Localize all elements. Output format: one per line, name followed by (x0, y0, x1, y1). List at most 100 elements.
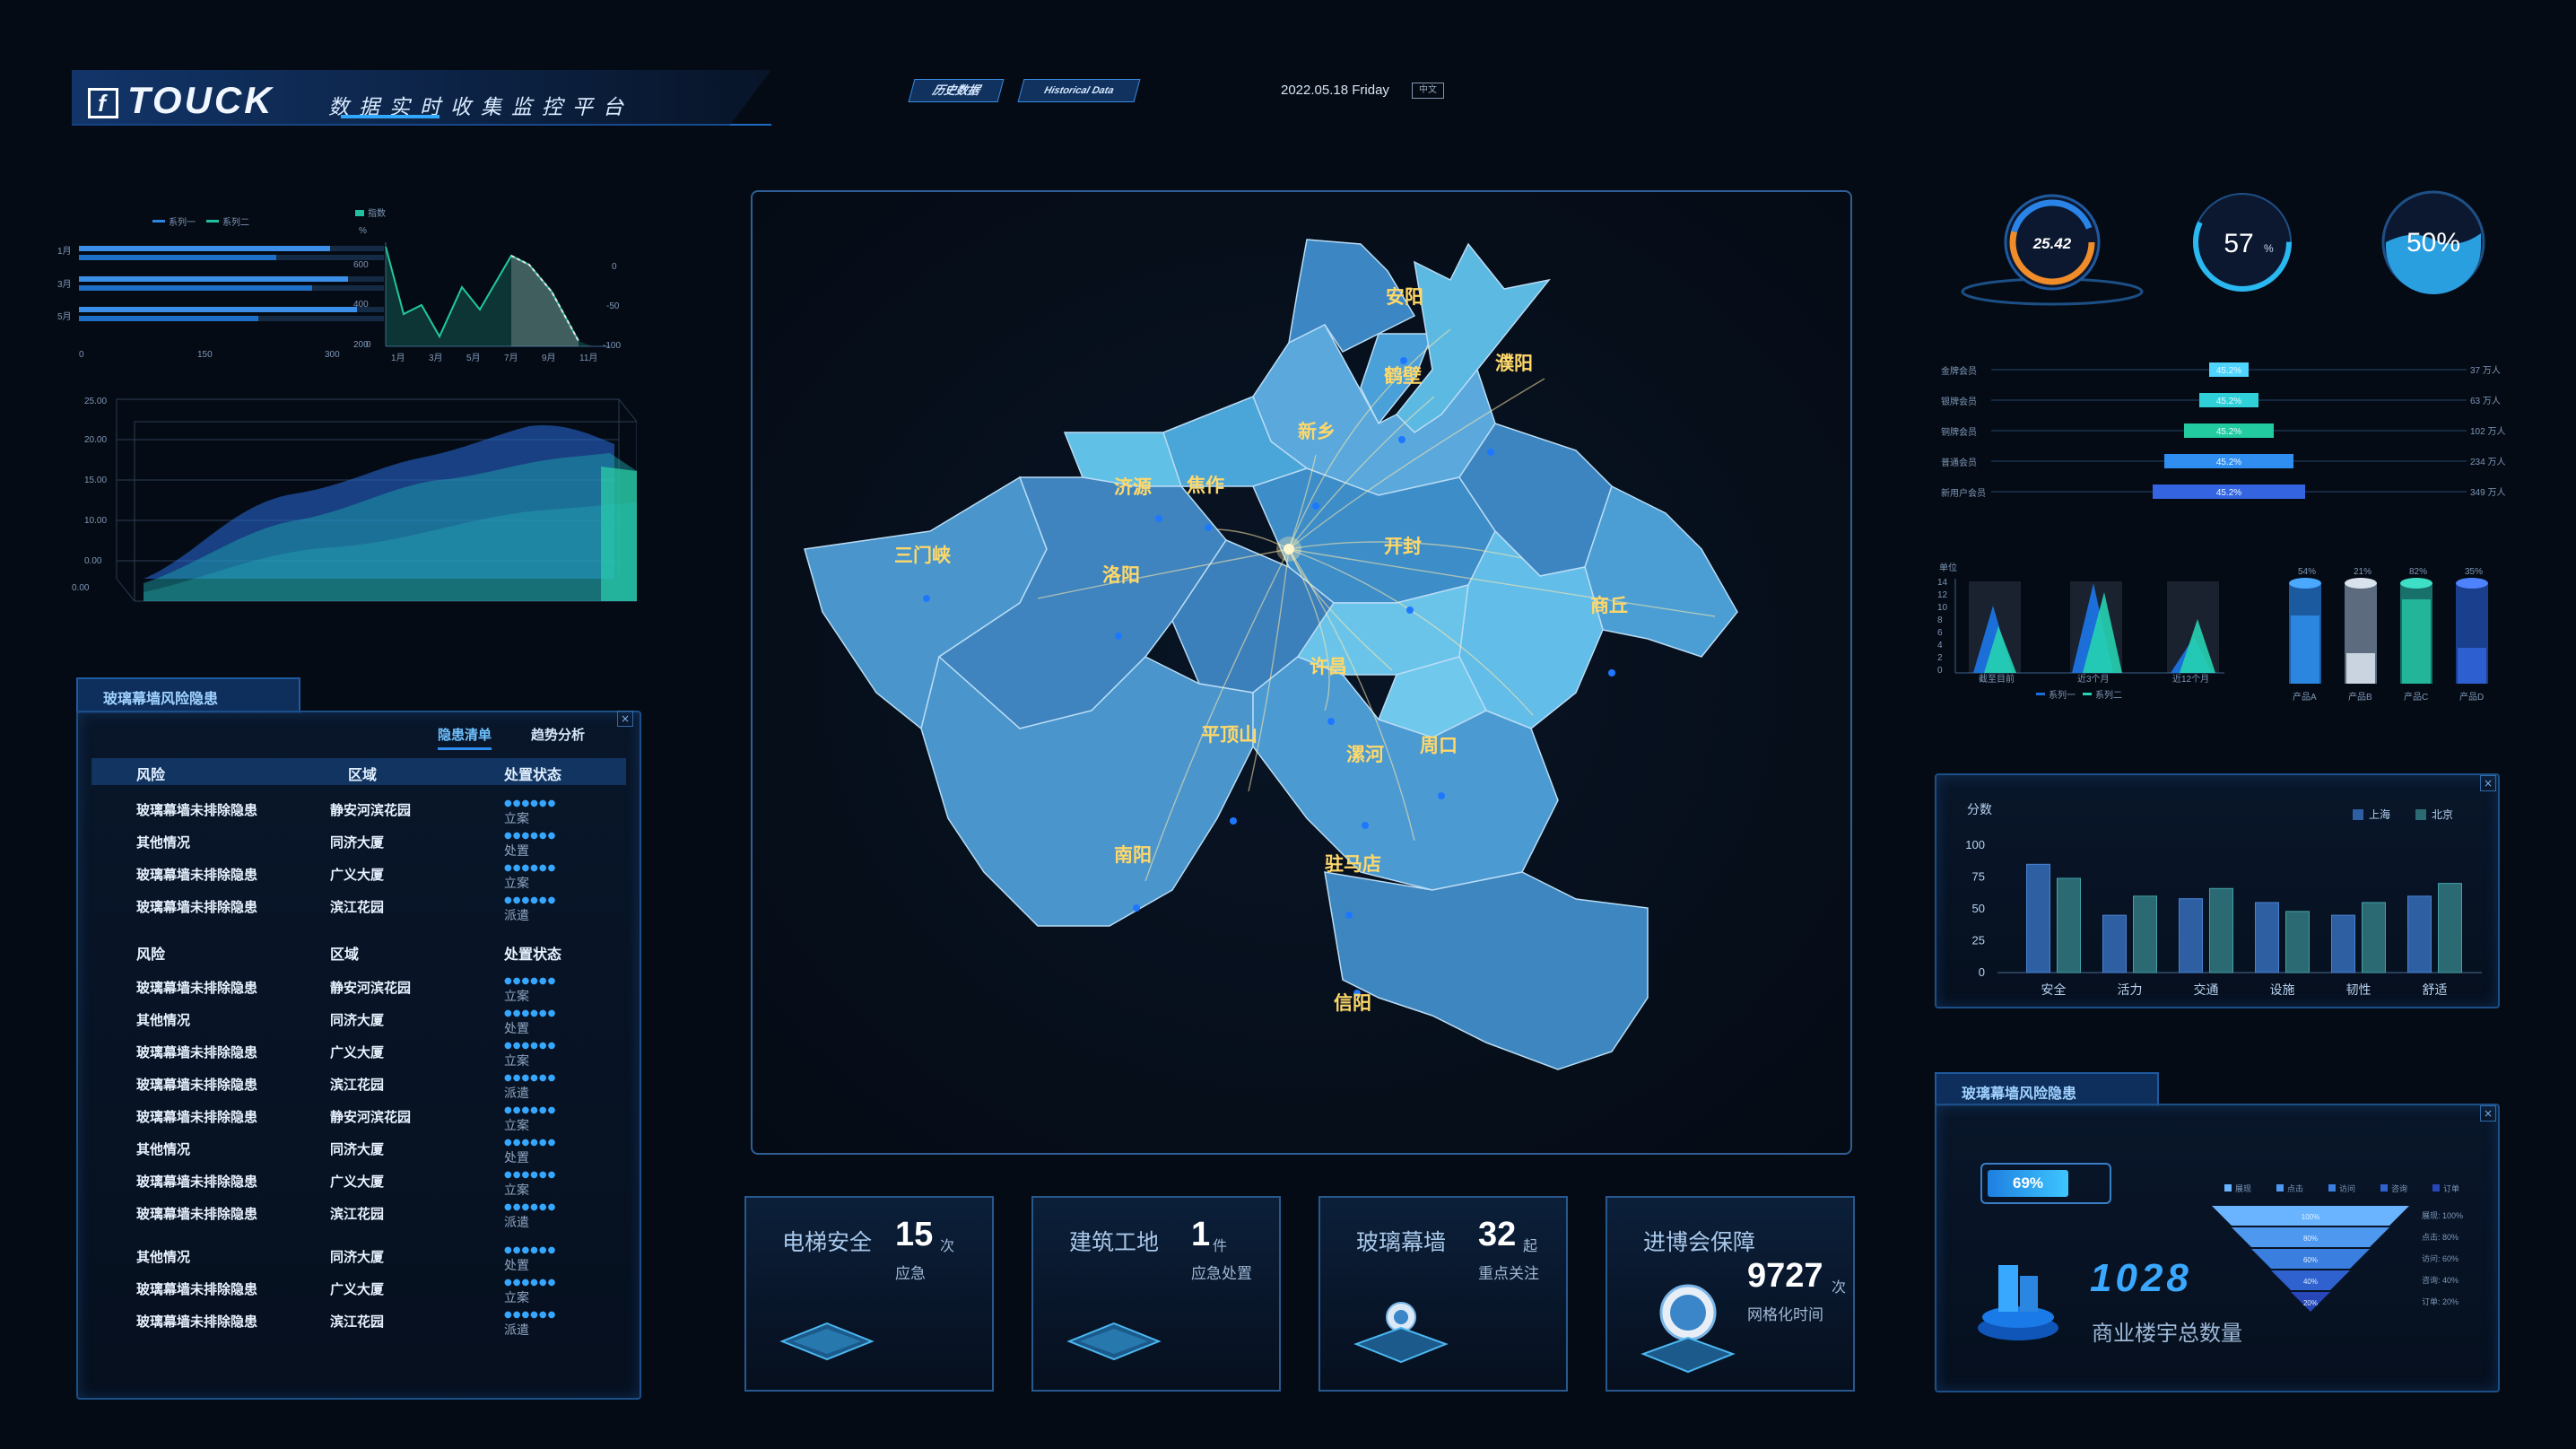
y-tick-right: -50 (606, 301, 620, 311)
funnel-legend-item: 点击 (2287, 1183, 2303, 1193)
table-row[interactable]: 玻璃幕墙未排除隐患 广义大厦 ●●●●●● 立案 (59, 1278, 561, 1306)
y-tick: 20.00 (84, 435, 107, 445)
status-dots: ●●●●●● (504, 799, 557, 808)
region-shangqiu[interactable] (1584, 484, 1738, 658)
funnel-legend-item: 咨询 (2391, 1183, 2407, 1193)
city-label: 济源 (1114, 476, 1152, 498)
bar-shanghai[interactable] (2179, 898, 2203, 973)
status-dots: ●●●●●● (504, 895, 557, 905)
bar-beijing[interactable] (2362, 902, 2386, 973)
table-row[interactable]: 其他情况 同济大厦 ●●●●●● 处置 (59, 1245, 561, 1274)
y-tick: 400 (353, 300, 369, 310)
table-row[interactable]: 玻璃幕墙未排除隐患 静安河滨花园 ●●●●●● 立案 (59, 799, 561, 827)
stat-card-glass-wall[interactable]: 玻璃幕墙 32 起 重点关注 (1318, 1196, 1568, 1392)
bar-beijing[interactable] (2133, 895, 2157, 973)
risk-cell: 玻璃幕墙未排除隐患 (136, 1110, 258, 1125)
risk-panel-tab[interactable]: 玻璃幕墙风险隐患 (76, 677, 300, 713)
funnel-layers: 100% 80% 60% 40% 20% (2212, 1206, 2409, 1312)
funnel-panel-tab[interactable]: 玻璃幕墙风险隐患 (1935, 1072, 2159, 1106)
table-row[interactable]: 玻璃幕墙未排除隐患 广义大厦 ●●●●●● 立案 (59, 1170, 561, 1199)
tab-history-cn[interactable]: 历史数据 (908, 79, 1005, 102)
legend-series2: 系列二 (2095, 689, 2122, 701)
y-tick: 2 (1937, 653, 1943, 663)
bar-shanghai[interactable] (2255, 902, 2279, 973)
area-cell: 同济大厦 (330, 1142, 385, 1157)
status-cell: 立案 (504, 876, 529, 890)
stat-card-expo[interactable]: 进博会保障 9727 次 网格化时间 (1606, 1196, 1855, 1392)
logo: f TOUCK (88, 79, 274, 122)
bar-beijing[interactable] (2438, 883, 2462, 973)
x-labels: 安全 活力 交通 设施 韧性 舒适 (2041, 982, 2448, 997)
stat-card-construction[interactable]: 建筑工地 1 件 应急处置 (1031, 1196, 1281, 1392)
table-row[interactable]: 其他情况 同济大厦 ●●●●●● 处置 (59, 1008, 561, 1037)
x-label: 舒适 (2423, 982, 2448, 997)
y-tick: 12 (1937, 590, 1948, 600)
percent-value: 69% (1988, 1170, 2068, 1197)
table-row[interactable]: 其他情况 同济大厦 ●●●●●● 处置 (59, 1138, 561, 1166)
risk-cell: 玻璃幕墙未排除隐患 (136, 1045, 258, 1061)
line-area-shadow (511, 256, 579, 346)
row-label: 3月 (57, 279, 72, 290)
bar-marks (2026, 863, 2462, 973)
tab-history-en[interactable]: Historical Data (1017, 79, 1141, 102)
member-label: 普通会员 (1941, 457, 1977, 468)
y-tick: 14 (1937, 578, 1948, 588)
cylinder-value: 54% (2298, 567, 2316, 577)
risk-cell: 玻璃幕墙未排除隐患 (136, 803, 258, 818)
bar-shanghai[interactable] (2102, 914, 2127, 973)
table-row[interactable]: 玻璃幕墙未排除隐患 滨江花园 ●●●●●● 派遣 (59, 1073, 561, 1102)
legend-series2: 系列二 (222, 216, 249, 228)
status-cell: 立案 (504, 811, 529, 825)
map-regions (804, 239, 1738, 1070)
tab-hazard-list[interactable]: 隐患清单 (438, 725, 492, 750)
bar-shanghai[interactable] (2407, 895, 2432, 973)
table-row[interactable]: 玻璃幕墙未排除隐患 静安河滨花园 ●●●●●● 立案 (59, 976, 561, 1005)
risk-cell: 玻璃幕墙未排除隐患 (136, 1314, 258, 1330)
member-label: 金牌会员 (1941, 365, 1977, 377)
risk-cell: 玻璃幕墙未排除隐患 (136, 1078, 258, 1093)
bar-shanghai[interactable] (2331, 914, 2355, 973)
table-row[interactable]: 玻璃幕墙未排除隐患 滨江花园 ●●●●●● 派遣 (59, 1202, 561, 1231)
table-row[interactable]: 玻璃幕墙未排除隐患 广义大厦 ●●●●●● 立案 (59, 1041, 561, 1069)
city-label: 漯河 (1346, 745, 1384, 765)
status-dots: ●●●●●● (504, 1310, 557, 1320)
table-row[interactable]: 玻璃幕墙未排除隐患 静安河滨花园 ●●●●●● 立案 (59, 1105, 561, 1134)
area-cell: 滨江花园 (330, 900, 385, 915)
bar-beijing[interactable] (2209, 887, 2233, 973)
tab-trend-analysis[interactable]: 趋势分析 (531, 725, 585, 744)
platform-icon (1353, 1302, 1449, 1364)
header-area: 区域 (330, 947, 360, 963)
legend-beijing: 北京 (2432, 808, 2453, 821)
funnel-right-label: 点击: 80% (2422, 1232, 2459, 1242)
bar-beijing[interactable] (2285, 911, 2310, 973)
cylinders: 54% 21% 82% 35% 产品A 产品B 产品C 产品D (2289, 567, 2488, 703)
header-risk: 风险 (136, 768, 166, 783)
table-row[interactable]: 其他情况 同济大厦 ●●●●●● 处置 (59, 831, 561, 860)
member-label: 铜牌会员 (1941, 426, 1977, 438)
stat-value: 1 (1191, 1216, 1211, 1253)
bar-beijing[interactable] (2057, 877, 2081, 973)
area-cell: 广义大厦 (330, 868, 385, 883)
cylinder-name: 产品A (2293, 691, 2317, 703)
cylinder-value: 35% (2465, 567, 2483, 577)
x-label: 近3个月 (2077, 673, 2110, 685)
bar-shanghai[interactable] (2026, 863, 2050, 973)
x-label: 设施 (2270, 982, 2295, 997)
close-icon[interactable]: × (617, 711, 633, 727)
city-label: 安阳 (1386, 286, 1423, 308)
stat-card-elevator[interactable]: 电梯安全 15 次 应急 (744, 1196, 994, 1392)
table-row[interactable]: 玻璃幕墙未排除隐患 滨江花园 ●●●●●● 派遣 (59, 895, 561, 924)
region-xinyang[interactable] (1324, 871, 1649, 1070)
member-percent: 45.2% (2216, 397, 2241, 406)
x-tick: 3月 (429, 353, 443, 363)
table-row[interactable]: 玻璃幕墙未排除隐患 广义大厦 ●●●●●● 立案 (59, 863, 561, 892)
status-dots: ●●●●●● (504, 1008, 557, 1018)
date-label: 2022.05.18 Friday (1281, 83, 1389, 98)
table-row[interactable]: 玻璃幕墙未排除隐患 滨江花园 ●●●●●● 派遣 (59, 1310, 561, 1339)
funnel-layer-label: 20% (2303, 1299, 2318, 1307)
language-toggle[interactable]: 中文 (1412, 83, 1444, 99)
risk-cell: 玻璃幕墙未排除隐患 (136, 868, 258, 883)
legend-swatch-beijing (2415, 809, 2426, 820)
city-label: 洛阳 (1102, 564, 1140, 586)
close-icon[interactable]: × (2480, 1105, 2496, 1122)
